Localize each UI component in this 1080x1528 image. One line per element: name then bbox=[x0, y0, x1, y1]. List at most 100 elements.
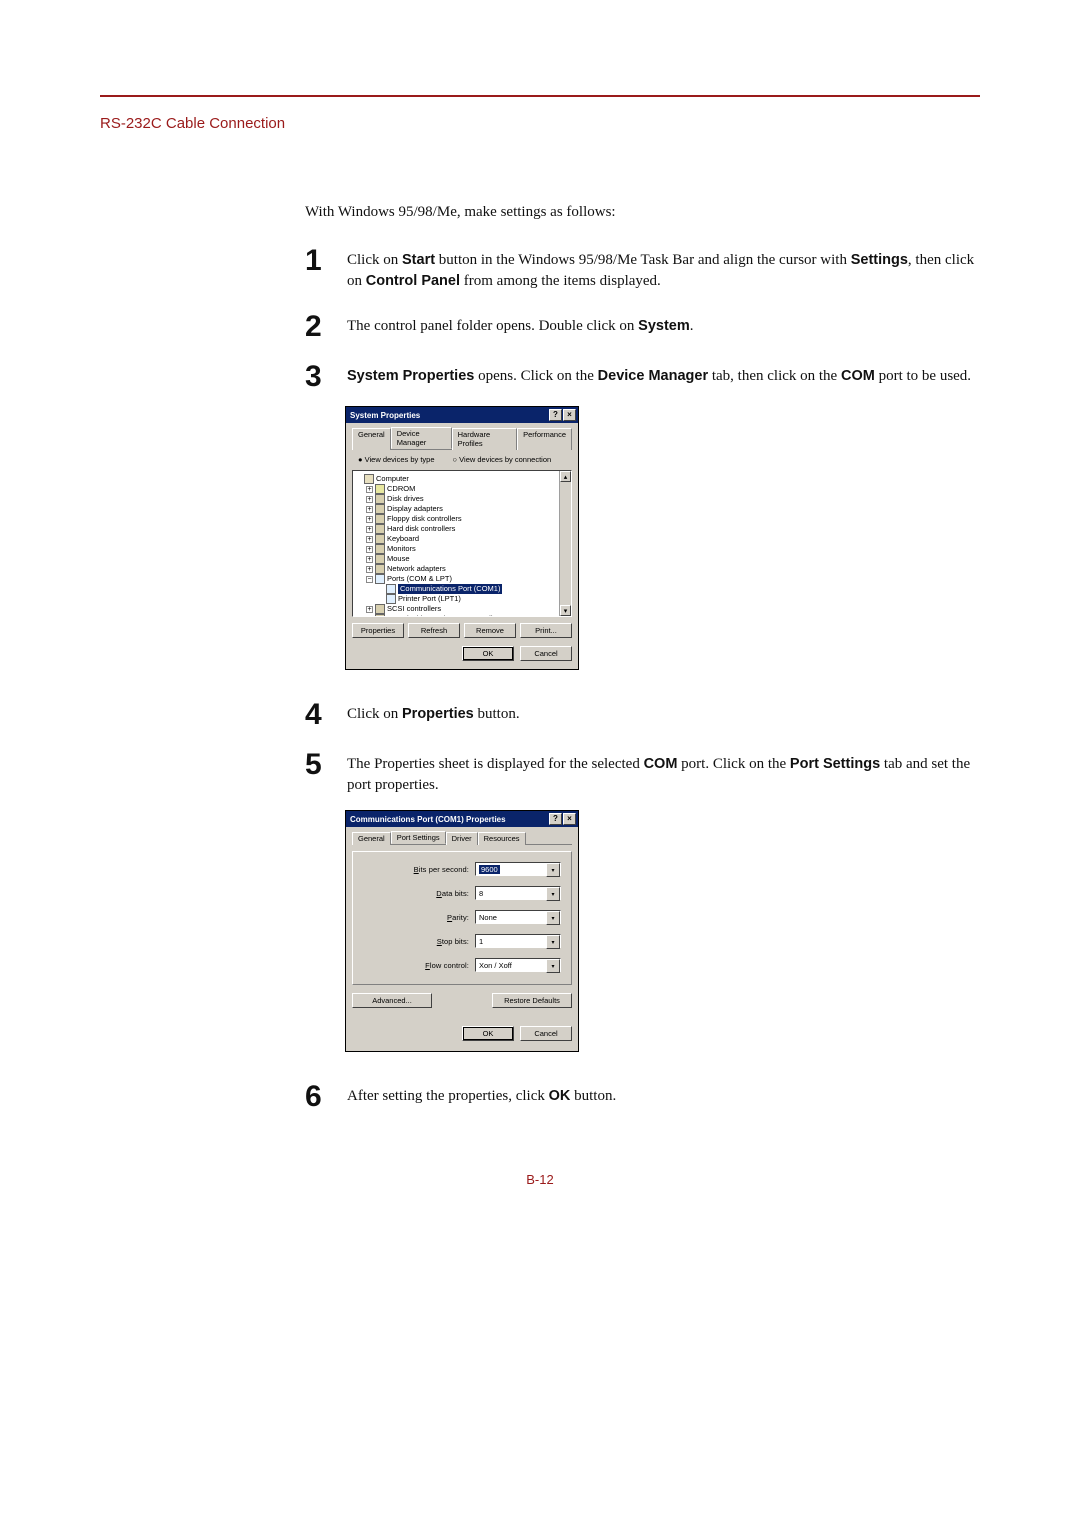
expand-icon[interactable]: + bbox=[366, 566, 373, 573]
step-number: 2 bbox=[305, 312, 347, 342]
tree-item[interactable]: +Mouse bbox=[355, 554, 571, 564]
expand-icon[interactable]: + bbox=[366, 516, 373, 523]
field-combo[interactable]: 8▾ bbox=[475, 886, 561, 900]
tab-resources[interactable]: Resources bbox=[478, 832, 526, 845]
tree-item-label: Monitors bbox=[387, 544, 416, 554]
dropdown-icon[interactable]: ▾ bbox=[546, 935, 560, 949]
step-text: Click on Properties button. bbox=[347, 704, 975, 725]
field-combo[interactable]: 9600▾ bbox=[475, 862, 561, 876]
tree-item-label: Ports (COM & LPT) bbox=[387, 574, 452, 584]
tree-item[interactable]: +Disk drives bbox=[355, 494, 571, 504]
tab-driver[interactable]: Driver bbox=[446, 832, 478, 845]
tree-item[interactable]: − Ports (COM & LPT) bbox=[355, 574, 571, 584]
refresh-button[interactable]: Refresh bbox=[408, 623, 460, 638]
tree-item-label: Computer bbox=[376, 474, 409, 484]
tree-item[interactable]: Communications Port (COM1) bbox=[355, 584, 571, 594]
step-1: 1 Click on Start button in the Windows 9… bbox=[305, 250, 975, 292]
ok-button[interactable]: OK bbox=[462, 646, 514, 661]
scroll-up-icon[interactable]: ▴ bbox=[560, 471, 571, 482]
expand-icon[interactable]: + bbox=[366, 606, 373, 613]
tree-item[interactable]: Printer Port (LPT1) bbox=[355, 594, 571, 604]
intro-text: With Windows 95/98/Me, make settings as … bbox=[305, 202, 975, 222]
step-4: 4 Click on Properties button. bbox=[305, 704, 975, 730]
view-by-type-radio[interactable]: View devices by type bbox=[358, 455, 435, 464]
dialog-titlebar: Communications Port (COM1) Properties ? … bbox=[346, 811, 578, 827]
help-button[interactable]: ? bbox=[549, 409, 562, 421]
tree-item[interactable]: +CDROM bbox=[355, 484, 571, 494]
tree-item-label: Keyboard bbox=[387, 534, 419, 544]
device-tree[interactable]: Computer+CDROM+Disk drives+Display adapt… bbox=[352, 470, 572, 617]
port-setting-row: Bits per second:9600▾ bbox=[363, 862, 561, 876]
tree-item[interactable]: +SCSI controllers bbox=[355, 604, 571, 614]
dropdown-icon[interactable]: ▾ bbox=[546, 887, 560, 901]
dropdown-icon[interactable]: ▾ bbox=[546, 959, 560, 973]
tab-port-settings[interactable]: Port Settings bbox=[391, 831, 446, 844]
dropdown-icon[interactable]: ▾ bbox=[546, 911, 560, 925]
field-label: Parity: bbox=[391, 913, 469, 922]
restore-defaults-button[interactable]: Restore Defaults bbox=[492, 993, 572, 1008]
advanced-button[interactable]: Advanced... bbox=[352, 993, 432, 1008]
step-text: The Properties sheet is displayed for th… bbox=[347, 754, 975, 796]
expand-icon[interactable]: + bbox=[366, 556, 373, 563]
field-label: Data bits: bbox=[391, 889, 469, 898]
field-combo[interactable]: Xon / Xoff▾ bbox=[475, 958, 561, 972]
tab-performance[interactable]: Performance bbox=[517, 428, 572, 450]
device-icon bbox=[375, 614, 385, 617]
tree-item-label: Network adapters bbox=[387, 564, 446, 574]
tree-item-label: Hard disk controllers bbox=[387, 524, 455, 534]
close-button[interactable]: × bbox=[563, 409, 576, 421]
tab-general[interactable]: General bbox=[352, 428, 391, 450]
scroll-down-icon[interactable]: ▾ bbox=[560, 605, 571, 616]
step-number: 6 bbox=[305, 1082, 347, 1112]
step-3: 3 System Properties opens. Click on the … bbox=[305, 366, 975, 392]
tree-item[interactable]: + Display adapters bbox=[355, 504, 571, 514]
expand-icon[interactable]: + bbox=[366, 616, 373, 618]
device-icon bbox=[375, 524, 385, 534]
tab-hardware-profiles[interactable]: Hardware Profiles bbox=[452, 428, 517, 450]
step-text: The control panel folder opens. Double c… bbox=[347, 316, 975, 337]
ok-button[interactable]: OK bbox=[462, 1026, 514, 1041]
view-by-connection-radio[interactable]: View devices by connection bbox=[453, 455, 552, 464]
tree-item-label: Sound, video and game controllers bbox=[387, 614, 503, 617]
step-text: After setting the properties, click OK b… bbox=[347, 1086, 975, 1107]
cancel-button[interactable]: Cancel bbox=[520, 646, 572, 661]
expand-icon[interactable]: + bbox=[366, 536, 373, 543]
expand-icon[interactable]: + bbox=[366, 526, 373, 533]
close-button[interactable]: × bbox=[563, 813, 576, 825]
tree-item[interactable]: + Network adapters bbox=[355, 564, 571, 574]
device-icon bbox=[375, 604, 385, 614]
print-button[interactable]: Print... bbox=[520, 623, 572, 638]
field-combo[interactable]: None▾ bbox=[475, 910, 561, 924]
tree-item-label: Display adapters bbox=[387, 504, 443, 514]
section-title: RS-232C Cable Connection bbox=[100, 115, 980, 132]
tree-item[interactable]: + Sound, video and game controllers bbox=[355, 614, 571, 617]
tree-item[interactable]: +Floppy disk controllers bbox=[355, 514, 571, 524]
tree-item[interactable]: + Keyboard bbox=[355, 534, 571, 544]
tree-item[interactable]: Computer bbox=[355, 474, 571, 484]
port-setting-row: Flow control:Xon / Xoff▾ bbox=[363, 958, 561, 972]
dialog-titlebar: System Properties ? × bbox=[346, 407, 578, 423]
expand-icon[interactable]: + bbox=[366, 506, 373, 513]
expand-icon[interactable]: + bbox=[366, 486, 373, 493]
device-icon bbox=[375, 554, 385, 564]
step-text: System Properties opens. Click on the De… bbox=[347, 366, 975, 387]
expand-icon[interactable]: + bbox=[366, 496, 373, 503]
expand-icon[interactable]: + bbox=[366, 546, 373, 553]
remove-button[interactable]: Remove bbox=[464, 623, 516, 638]
cancel-button[interactable]: Cancel bbox=[520, 1026, 572, 1041]
dialog-tabs: General Port Settings Driver Resources bbox=[352, 831, 572, 845]
help-button[interactable]: ? bbox=[549, 813, 562, 825]
tree-item[interactable]: + Monitors bbox=[355, 544, 571, 554]
properties-button[interactable]: Properties bbox=[352, 623, 404, 638]
tab-general[interactable]: General bbox=[352, 832, 391, 845]
system-properties-dialog: System Properties ? × General Device Man… bbox=[345, 406, 579, 670]
dropdown-icon[interactable]: ▾ bbox=[546, 863, 560, 877]
scrollbar[interactable]: ▴ ▾ bbox=[559, 471, 571, 616]
device-icon bbox=[375, 484, 385, 494]
tree-item[interactable]: + Hard disk controllers bbox=[355, 524, 571, 534]
field-combo[interactable]: 1▾ bbox=[475, 934, 561, 948]
expand-icon[interactable]: − bbox=[366, 576, 373, 583]
field-value: 1 bbox=[479, 937, 483, 946]
tab-device-manager[interactable]: Device Manager bbox=[391, 427, 452, 449]
step-number: 1 bbox=[305, 246, 347, 276]
